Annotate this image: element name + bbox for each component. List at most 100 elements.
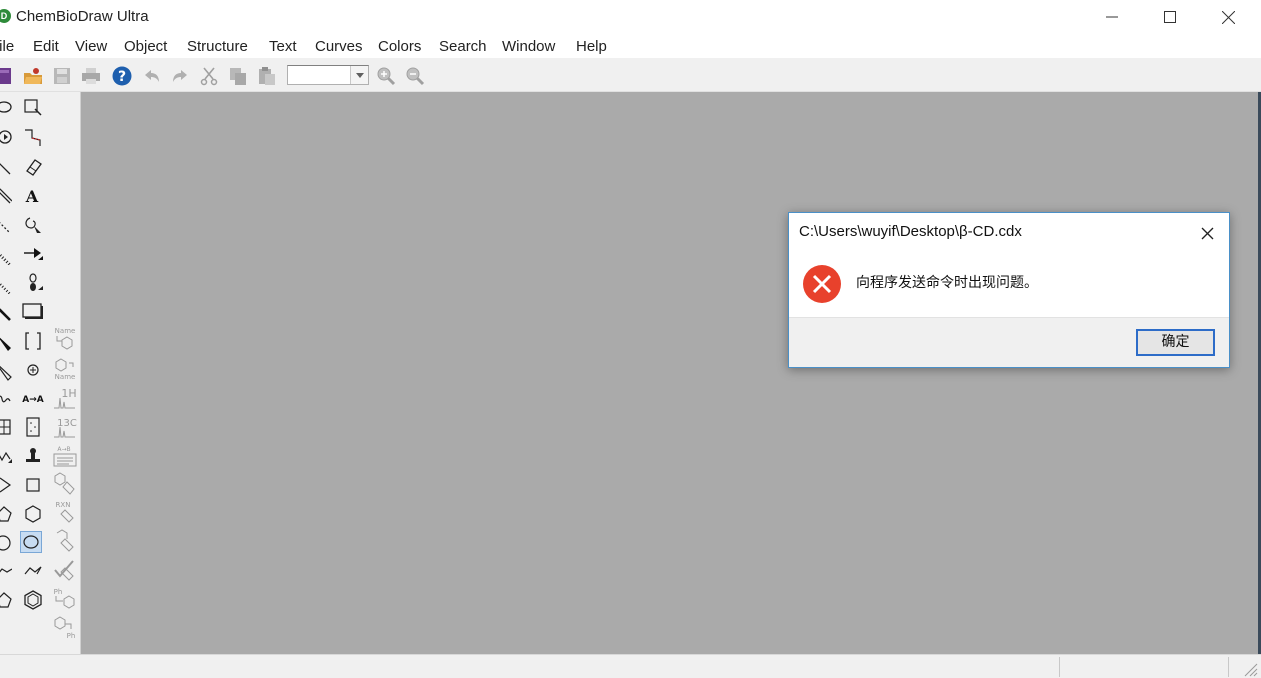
chain-tool[interactable]: [0, 445, 12, 467]
benzene-tool[interactable]: [22, 589, 44, 611]
hashed-bond-tool[interactable]: [0, 243, 12, 265]
bold-bond-tool[interactable]: [0, 301, 12, 323]
drawing-elements-tool[interactable]: [22, 301, 44, 323]
orbital-tool[interactable]: [22, 272, 44, 294]
help-icon[interactable]: ?: [112, 66, 132, 86]
lasso-tool[interactable]: [0, 96, 12, 118]
cyclopentane-tool[interactable]: [0, 503, 12, 525]
menu-structure[interactable]: Structure: [187, 38, 248, 55]
phenyl-icon: Ph: [54, 616, 75, 640]
ok-button[interactable]: 确定: [1136, 329, 1215, 356]
minimize-button[interactable]: [1083, 0, 1141, 34]
menu-edit[interactable]: Edit: [33, 38, 59, 55]
query-icon: [54, 472, 75, 495]
reaction-interpretation-tool[interactable]: A→B: [53, 444, 77, 468]
menu-help[interactable]: Help: [576, 38, 607, 55]
cyclopentadiene-tool[interactable]: [0, 589, 12, 611]
error-dialog: C:\Users\wuyif\Desktop\β-CD.cdx 向程序发送命令时…: [788, 212, 1230, 368]
phenyl-tool-1[interactable]: Ph: [53, 587, 77, 611]
redo-icon[interactable]: [170, 66, 190, 86]
svg-text:Ph: Ph: [54, 588, 63, 596]
app-logo-icon: D: [0, 9, 11, 23]
menu-curves[interactable]: Curves: [315, 38, 363, 55]
text-icon: A: [25, 187, 39, 206]
rotate-tool[interactable]: [0, 126, 12, 148]
menu-text[interactable]: Text: [269, 38, 297, 55]
wedge-bond-icon: [0, 337, 11, 351]
menu-object[interactable]: Object: [124, 38, 167, 55]
zoom-in-icon[interactable]: [376, 66, 396, 86]
reaction-query-tool[interactable]: RXN: [53, 500, 77, 524]
double-bond-tool[interactable]: [0, 185, 12, 207]
structure-perspective-tool[interactable]: [22, 126, 44, 148]
copy-icon[interactable]: [228, 66, 248, 86]
cyclohexane-tool[interactable]: [22, 503, 44, 525]
query-tool-2[interactable]: [53, 529, 77, 553]
dashed-bond-tool[interactable]: [0, 214, 12, 236]
menu-search[interactable]: Search: [439, 38, 487, 55]
eraser-tool[interactable]: [22, 155, 44, 177]
menu-file[interactable]: File: [0, 38, 14, 55]
dialog-close-button[interactable]: [1195, 221, 1219, 245]
cut-icon[interactable]: [199, 66, 219, 86]
zoom-out-icon[interactable]: [405, 66, 425, 86]
maximize-button[interactable]: [1141, 0, 1199, 34]
new-document-icon[interactable]: [0, 66, 14, 86]
close-window-button[interactable]: [1199, 0, 1257, 34]
chair-tool-1[interactable]: [0, 560, 12, 582]
cycloheptane-tool[interactable]: [0, 532, 12, 554]
hollow-wedge-tool[interactable]: [0, 359, 12, 381]
phenyl-tool-2[interactable]: Ph: [53, 616, 77, 640]
svg-text:RXN: RXN: [56, 501, 71, 509]
c-nmr-tool[interactable]: 13C: [53, 415, 77, 439]
chair-tool-2[interactable]: [22, 560, 44, 582]
paste-icon[interactable]: [257, 66, 277, 86]
hollow-wedge-icon: [0, 365, 12, 381]
hashed-wedge-tool[interactable]: [0, 272, 12, 294]
undo-icon[interactable]: [142, 66, 162, 86]
save-icon[interactable]: [52, 66, 72, 86]
name-to-structure-icon: Name: [55, 327, 75, 350]
template-tool[interactable]: [22, 445, 44, 467]
rotate-icon: [0, 130, 12, 144]
error-icon: [803, 265, 841, 303]
name-to-structure-tool[interactable]: Name: [53, 327, 77, 351]
h-nmr-tool[interactable]: 1H: [53, 386, 77, 410]
tool-palette: A A→A Name Name 1H 13C A→B RXN Ph Ph: [0, 92, 81, 654]
text-tool[interactable]: A: [22, 185, 44, 207]
table-tool[interactable]: [0, 416, 12, 438]
cyclopropane-tool[interactable]: [0, 474, 12, 496]
resize-grip-icon[interactable]: [1242, 661, 1258, 677]
wedge-bond-tool[interactable]: [0, 330, 12, 352]
wavy-bond-tool[interactable]: [0, 388, 12, 410]
zoom-dropdown[interactable]: [287, 65, 369, 85]
chemical-symbols-tool[interactable]: [22, 359, 44, 381]
tlc-plate-tool[interactable]: [22, 416, 44, 438]
cyclopropane-icon: [0, 477, 12, 493]
pen-tool[interactable]: [22, 214, 44, 236]
query-tool-1[interactable]: [53, 472, 77, 496]
wavy-bond-icon: [0, 395, 11, 403]
open-icon[interactable]: [23, 66, 43, 86]
menu-colors[interactable]: Colors: [378, 38, 421, 55]
cyclooctane-tool[interactable]: [20, 531, 42, 553]
toolbar: ?: [0, 58, 1261, 92]
print-icon[interactable]: [81, 66, 101, 86]
dialog-footer: 确定: [789, 317, 1229, 367]
chevron-down-icon: [350, 66, 368, 84]
structure-to-name-tool[interactable]: Name: [53, 357, 77, 381]
cyclopentane-icon: [0, 506, 12, 522]
arrow-tool[interactable]: [22, 243, 44, 265]
check-structure-tool[interactable]: [53, 558, 77, 582]
solid-bond-tool[interactable]: [0, 155, 12, 177]
document-canvas[interactable]: [81, 92, 1261, 654]
chain-icon: [0, 451, 12, 463]
rectangle-icon: [22, 303, 43, 319]
brackets-tool[interactable]: [22, 330, 44, 352]
menu-view[interactable]: View: [75, 38, 107, 55]
mapping-tool[interactable]: A→A: [22, 388, 44, 410]
menu-window[interactable]: Window: [502, 38, 555, 55]
cyclobutane-tool[interactable]: [22, 474, 44, 496]
status-divider: [1228, 657, 1229, 677]
marquee-tool[interactable]: [22, 96, 44, 118]
